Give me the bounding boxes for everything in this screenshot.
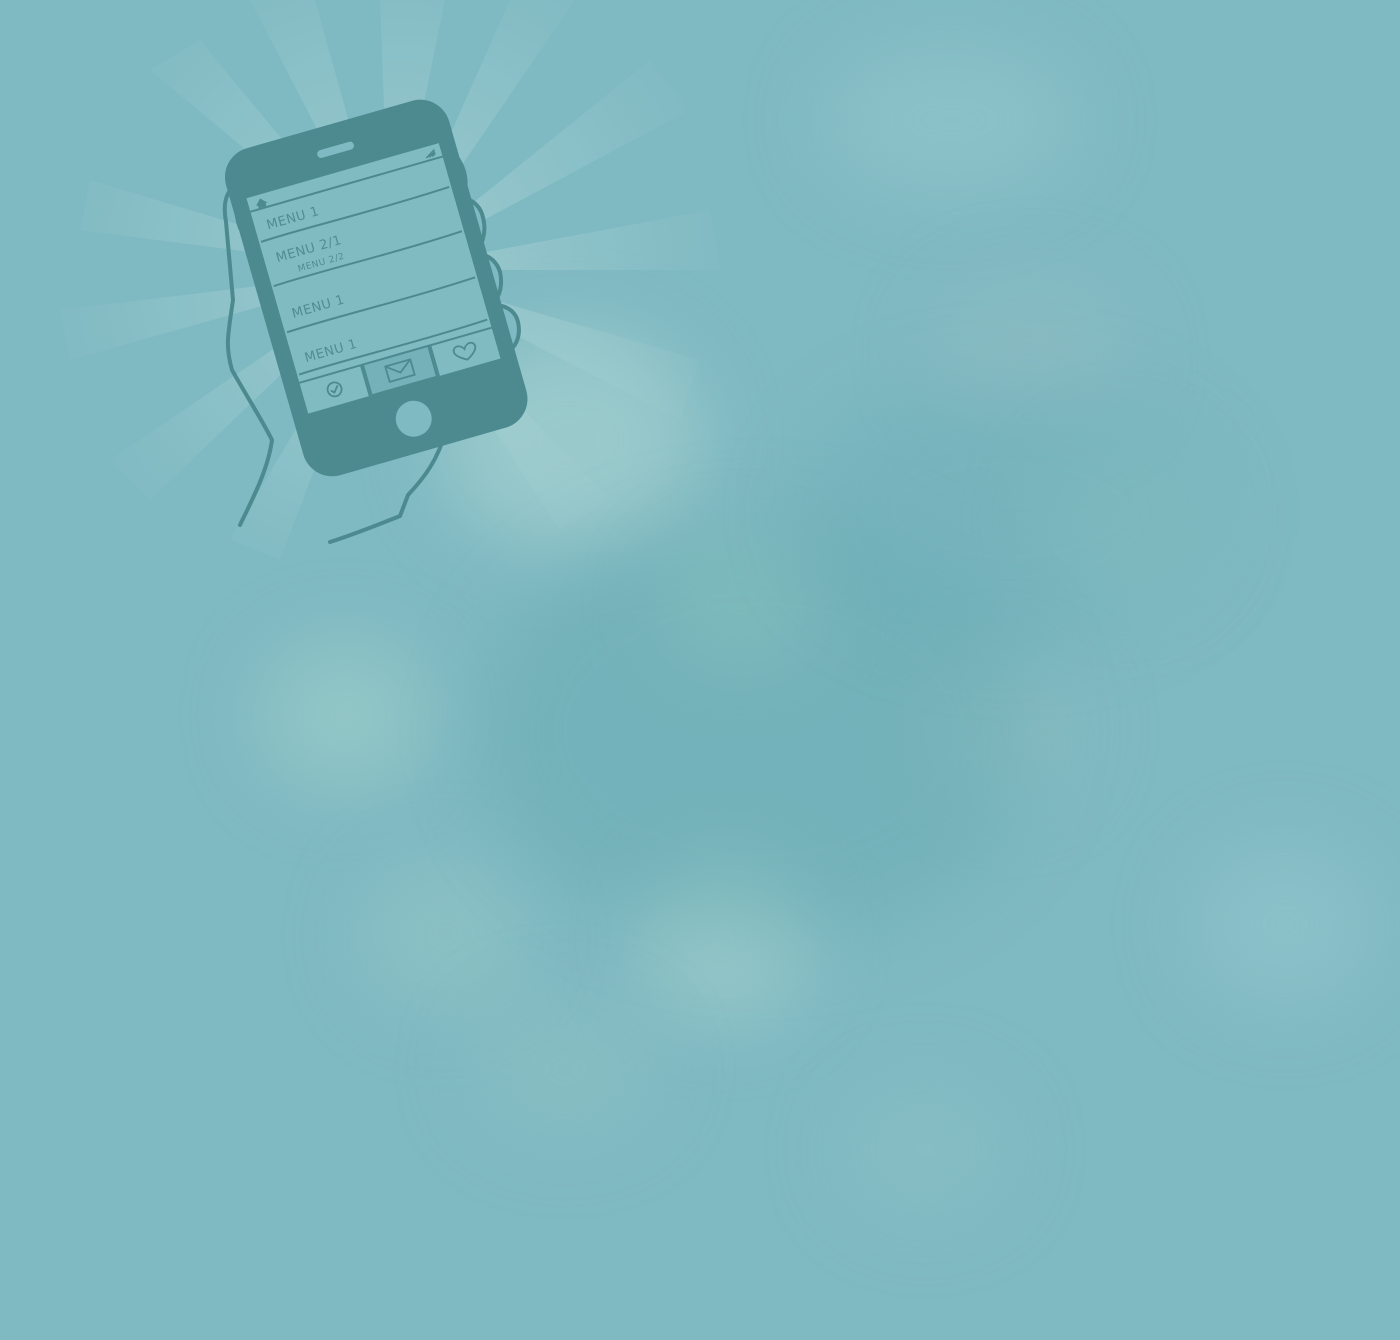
phone-illustration: MENU 1 MENU 2/1 MENU 2/2 MENU 1 MENU 1 — [222, 99, 528, 544]
